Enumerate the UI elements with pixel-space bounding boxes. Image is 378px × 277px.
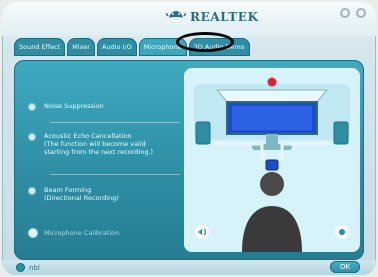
tab-microphone[interactable]: Microphone [138, 38, 187, 56]
option-beam-forming[interactable]: Beam Forming (Directional Recording) [28, 186, 119, 202]
footer-bar: nbl OK [2, 260, 376, 275]
beam-forming-diagram [184, 68, 360, 252]
noise-suppression-label: Noise Suppression [44, 102, 104, 110]
footer-left-label: nbl [29, 263, 40, 272]
aec-note: (The function will become valid starting… [44, 140, 154, 156]
microphone-calibration-label: Microphone Calibration [44, 229, 120, 237]
title-bar: REALTEK [2, 2, 376, 36]
beam-forming-sub: (Directional Recording) [44, 194, 119, 202]
aec-label: Acoustic Echo Cancellation [44, 132, 132, 140]
close-icon[interactable] [356, 8, 366, 18]
tab-3d-audio-demo[interactable]: 3D Audio Demo [188, 38, 250, 56]
realtek-audio-window: REALTEK Sound Effect Mixer Audio I/O Mic… [2, 2, 376, 275]
minimize-icon[interactable] [340, 8, 350, 18]
divider [50, 174, 180, 175]
beam-forming-radio[interactable] [28, 187, 36, 195]
beam-forming-text: Beam Forming (Directional Recording) [44, 186, 119, 202]
aec-text: Acoustic Echo Cancellation (The function… [44, 132, 172, 156]
brand-name: REALTEK [190, 10, 259, 24]
aec-radio[interactable] [28, 133, 36, 141]
divider [50, 122, 180, 123]
mic-indicator [267, 77, 277, 87]
microphone-options: Noise Suppression Acoustic Echo Cancella… [28, 80, 180, 250]
microphone-panel: Noise Suppression Acoustic Echo Cancella… [14, 60, 364, 260]
microphone-calibration-icon [28, 228, 38, 238]
mic-icon [265, 159, 279, 171]
diagram-svg [184, 68, 360, 252]
window-controls [340, 8, 366, 18]
speaker-left [195, 121, 211, 145]
tab-strip: Sound Effect Mixer Audio I/O Microphone … [14, 38, 250, 56]
option-aec[interactable]: Acoustic Echo Cancellation (The function… [28, 132, 172, 156]
microphone-calibration-button[interactable]: Microphone Calibration [28, 228, 119, 238]
tab-sound-effect[interactable]: Sound Effect [14, 38, 66, 56]
speaker-icon [195, 225, 209, 239]
info-icon[interactable] [16, 263, 25, 272]
speaker-right [333, 121, 349, 145]
tab-audio-io[interactable]: Audio I/O [96, 38, 137, 56]
tab-mixer[interactable]: Mixer [67, 38, 95, 56]
ok-button[interactable]: OK [330, 261, 360, 273]
option-noise-suppression[interactable]: Noise Suppression [28, 102, 104, 111]
footer-left[interactable]: nbl [16, 263, 40, 272]
crab-logo-icon [166, 11, 186, 18]
beam-forming-label: Beam Forming [44, 186, 92, 194]
brand: REALTEK [166, 6, 259, 28]
noise-suppression-radio[interactable] [28, 103, 36, 111]
settings-icon [335, 225, 349, 239]
user-head [260, 172, 284, 196]
